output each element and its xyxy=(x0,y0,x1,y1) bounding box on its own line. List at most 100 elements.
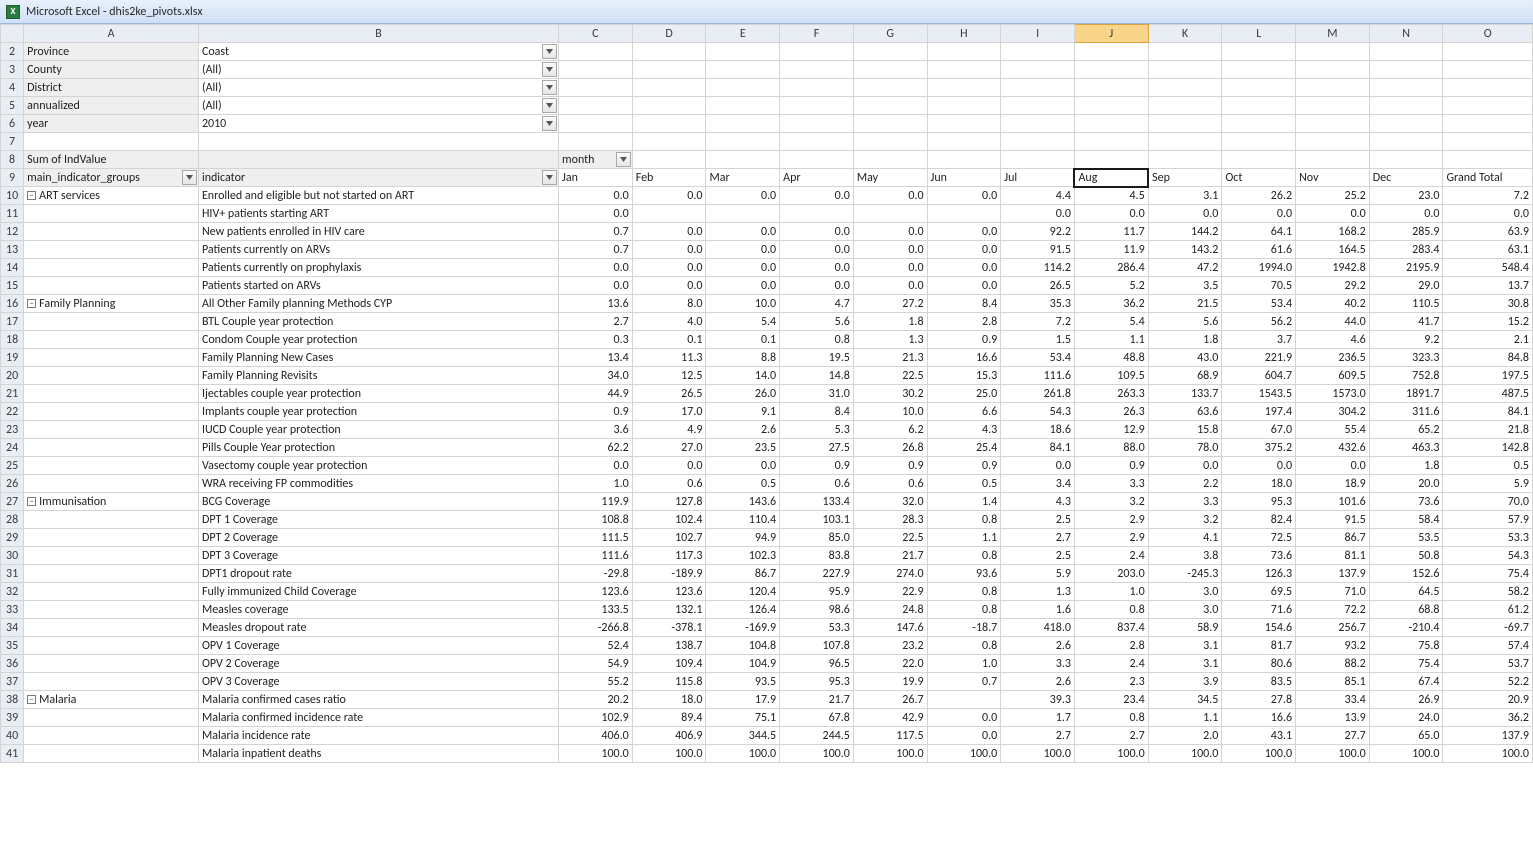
group-cell[interactable] xyxy=(24,421,199,439)
value-cell[interactable]: 406.9 xyxy=(632,727,706,745)
value-cell[interactable]: 100.0 xyxy=(1443,745,1533,763)
value-cell[interactable]: 100.0 xyxy=(559,745,633,763)
value-cell[interactable]: 133.4 xyxy=(780,493,854,511)
value-cell[interactable]: 2.5 xyxy=(1001,547,1075,565)
group-cell[interactable] xyxy=(24,349,199,367)
cell[interactable] xyxy=(1001,61,1075,79)
value-cell[interactable]: 28.3 xyxy=(853,511,927,529)
value-cell[interactable]: 11.7 xyxy=(1074,223,1148,241)
value-cell[interactable]: 86.7 xyxy=(706,565,780,583)
value-cell[interactable]: 0.0 xyxy=(780,241,854,259)
value-cell[interactable]: 57.4 xyxy=(1443,637,1533,655)
value-cell[interactable]: 24.8 xyxy=(853,601,927,619)
cell[interactable] xyxy=(1369,61,1443,79)
row-header-33[interactable]: 33 xyxy=(1,601,24,619)
value-cell[interactable]: 32.0 xyxy=(853,493,927,511)
value-cell[interactable]: 286.4 xyxy=(1074,259,1148,277)
value-cell[interactable]: 102.4 xyxy=(632,511,706,529)
indicator-cell[interactable]: Vasectomy couple year protection xyxy=(198,457,558,475)
value-cell[interactable]: 3.6 xyxy=(559,421,633,439)
value-cell[interactable]: 137.9 xyxy=(1296,565,1370,583)
value-cell[interactable]: 34.5 xyxy=(1148,691,1222,709)
value-cell[interactable]: 0.9 xyxy=(780,457,854,475)
value-cell[interactable]: 0.0 xyxy=(559,205,633,223)
value-cell[interactable]: 609.5 xyxy=(1296,367,1370,385)
value-cell[interactable]: 24.0 xyxy=(1369,709,1443,727)
value-cell[interactable]: 50.8 xyxy=(1369,547,1443,565)
value-cell[interactable]: 0.9 xyxy=(927,331,1001,349)
value-cell[interactable]: 0.8 xyxy=(927,637,1001,655)
value-cell[interactable]: 56.2 xyxy=(1222,313,1296,331)
value-cell[interactable]: 323.3 xyxy=(1369,349,1443,367)
row-header-31[interactable]: 31 xyxy=(1,565,24,583)
column-header-g[interactable]: G xyxy=(853,25,927,43)
value-cell[interactable]: 18.9 xyxy=(1296,475,1370,493)
column-header-j[interactable]: J xyxy=(1074,25,1148,43)
value-cell[interactable]: 30.2 xyxy=(853,385,927,403)
value-cell[interactable]: 2.6 xyxy=(1001,673,1075,691)
cell[interactable] xyxy=(1296,43,1370,61)
cell[interactable] xyxy=(853,151,927,169)
value-cell[interactable]: 26.8 xyxy=(853,439,927,457)
value-cell[interactable]: 2.8 xyxy=(1074,637,1148,655)
value-cell[interactable]: 164.5 xyxy=(1296,241,1370,259)
value-cell[interactable]: 65.2 xyxy=(1369,421,1443,439)
value-cell[interactable]: 2.7 xyxy=(1074,727,1148,745)
value-cell[interactable]: 143.2 xyxy=(1148,241,1222,259)
indicator-cell[interactable]: Ijectables couple year protection xyxy=(198,385,558,403)
value-cell[interactable]: 197.5 xyxy=(1443,367,1533,385)
value-cell[interactable]: -69.7 xyxy=(1443,619,1533,637)
value-cell[interactable]: 81.7 xyxy=(1222,637,1296,655)
value-cell[interactable]: 604.7 xyxy=(1222,367,1296,385)
value-cell[interactable]: 8.0 xyxy=(632,295,706,313)
value-cell[interactable]: 1.8 xyxy=(1148,331,1222,349)
value-cell[interactable]: 3.1 xyxy=(1148,187,1222,205)
group-cell[interactable] xyxy=(24,511,199,529)
value-cell[interactable]: 2.4 xyxy=(1074,547,1148,565)
value-cell[interactable]: 26.0 xyxy=(706,385,780,403)
value-cell[interactable]: 9.1 xyxy=(706,403,780,421)
value-cell[interactable]: 0.0 xyxy=(927,709,1001,727)
value-cell[interactable]: 2.4 xyxy=(1074,655,1148,673)
value-cell[interactable]: 0.9 xyxy=(1074,457,1148,475)
cell[interactable] xyxy=(1369,97,1443,115)
group-cell[interactable] xyxy=(24,241,199,259)
cell[interactable] xyxy=(927,133,1001,151)
value-cell[interactable]: 123.6 xyxy=(559,583,633,601)
value-cell[interactable]: 0.8 xyxy=(927,601,1001,619)
indicator-cell[interactable]: Implants couple year protection xyxy=(198,403,558,421)
row-header-9[interactable]: 9 xyxy=(1,169,24,187)
cell[interactable] xyxy=(1222,151,1296,169)
row-header-5[interactable]: 5 xyxy=(1,97,24,115)
cell[interactable] xyxy=(1296,61,1370,79)
cell[interactable] xyxy=(853,133,927,151)
indicator-cell[interactable]: Patients currently on ARVs xyxy=(198,241,558,259)
row-header-19[interactable]: 19 xyxy=(1,349,24,367)
value-cell[interactable]: 27.5 xyxy=(780,439,854,457)
grand-total-header[interactable]: Grand Total xyxy=(1443,169,1533,187)
value-cell[interactable]: 102.7 xyxy=(632,529,706,547)
value-cell[interactable]: 101.6 xyxy=(1296,493,1370,511)
cell[interactable] xyxy=(559,97,633,115)
filter-dropdown-button[interactable] xyxy=(542,62,557,77)
month-header[interactable]: Mar xyxy=(706,169,780,187)
value-cell[interactable]: 548.4 xyxy=(1443,259,1533,277)
value-cell[interactable]: 487.5 xyxy=(1443,385,1533,403)
value-cell[interactable]: 21.3 xyxy=(853,349,927,367)
value-cell[interactable]: 9.2 xyxy=(1369,331,1443,349)
value-cell[interactable]: 100.0 xyxy=(1001,745,1075,763)
indicator-cell[interactable]: OPV 2 Coverage xyxy=(198,655,558,673)
cell[interactable] xyxy=(706,43,780,61)
row-header-4[interactable]: 4 xyxy=(1,79,24,97)
value-cell[interactable]: -29.8 xyxy=(559,565,633,583)
filter-dropdown-button[interactable] xyxy=(616,152,631,167)
value-cell[interactable]: 4.7 xyxy=(780,295,854,313)
value-cell[interactable]: 110.5 xyxy=(1369,295,1443,313)
value-cell[interactable]: 44.0 xyxy=(1296,313,1370,331)
indicator-cell[interactable]: DPT1 dropout rate xyxy=(198,565,558,583)
value-cell[interactable]: 0.0 xyxy=(1001,457,1075,475)
value-cell[interactable]: 263.3 xyxy=(1074,385,1148,403)
value-cell[interactable]: 92.2 xyxy=(1001,223,1075,241)
value-cell[interactable]: 4.6 xyxy=(1296,331,1370,349)
value-cell[interactable]: 0.9 xyxy=(927,457,1001,475)
